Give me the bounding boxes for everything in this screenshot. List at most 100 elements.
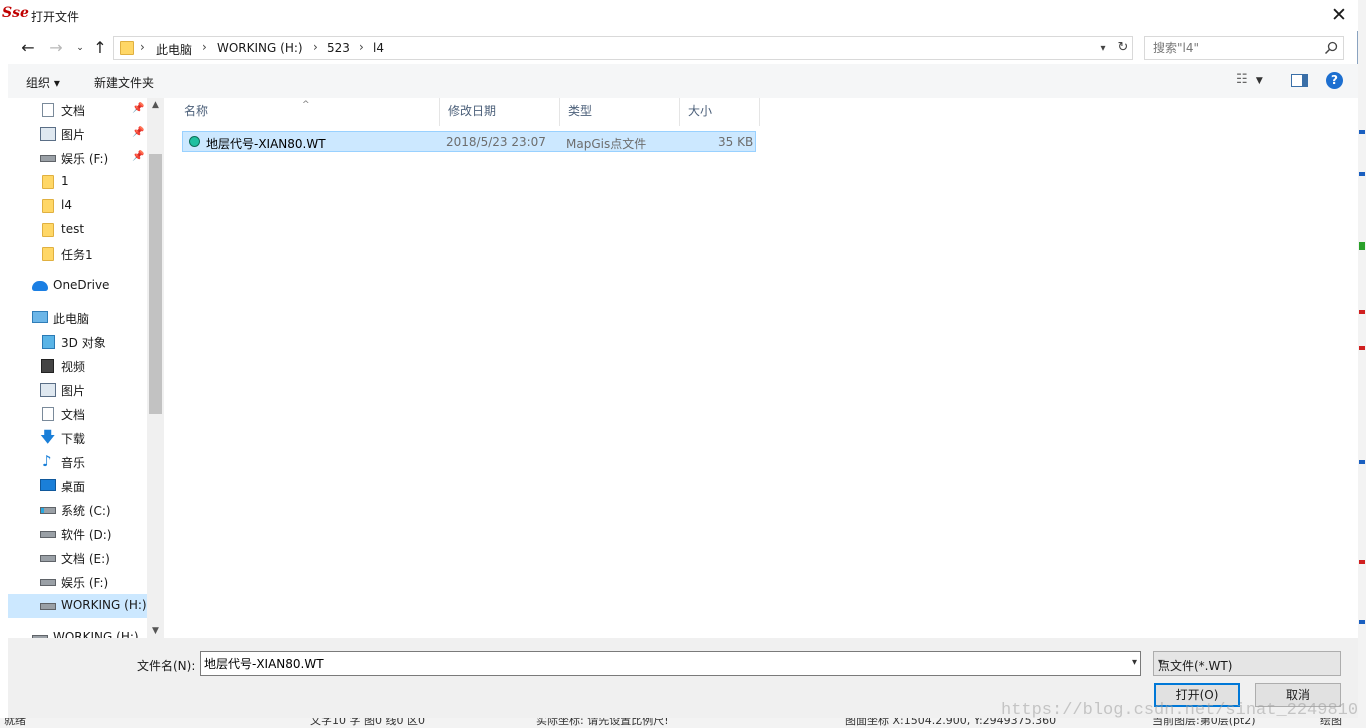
background-marker [1359,130,1365,134]
file-type: MapGis点文件 [566,137,647,151]
column-header-label: 类型 [568,104,593,118]
up-arrow-icon[interactable]: ↑ [90,38,110,58]
status-map-coords: 图面坐标 X:1504.2.900, Y:2949375.360 [845,718,1057,727]
nav-item-drive-f[interactable]: 娱乐 (F:) [8,570,147,594]
file-size: 35 KB [718,135,754,149]
chevron-down-icon[interactable]: ▾ [1132,657,1137,668]
nav-item-label: 娱乐 (F:) [61,576,109,590]
scroll-down-icon[interactable]: ▼ [147,624,164,638]
system-drive-icon [40,507,56,514]
pin-icon: 📌 [132,127,145,138]
scrollbar-thumb[interactable] [149,154,162,414]
nav-item-pictures-quick[interactable]: 图片 📌 [8,122,147,146]
nav-item-drive-e[interactable]: 文档 (E:) [8,546,147,570]
filename-combobox[interactable]: ▾ [200,651,1141,676]
column-header-name[interactable]: 名称 ^ [176,98,440,126]
nav-item-label: test [61,222,85,236]
folder-icon [42,175,54,189]
preview-pane-icon[interactable] [1291,74,1308,87]
address-dropdown-icon[interactable]: ▾ [1094,40,1112,57]
onedrive-icon [32,281,48,291]
status-ready: 就绪 [4,718,26,727]
filetype-select[interactable]: 点文件(*.WT) ▾ [1153,651,1341,676]
nav-item-drive-d[interactable]: 软件 (D:) [8,522,147,546]
address-bar[interactable]: › 此电脑 › WORKING (H:) › 523 › l4 ▾ ↻ [113,36,1133,60]
nav-item-label: 文档 (E:) [61,552,110,566]
folder-icon [42,223,54,237]
forward-arrow-icon[interactable]: → [46,38,66,58]
nav-item-label: 文档 [61,104,86,118]
command-toolbar: 组织 ▾ 新建文件夹 ☷ ▼ ? [8,64,1358,98]
breadcrumb-523[interactable]: 523 [327,41,350,55]
background-marker [1359,620,1365,624]
nav-item-label: 1 [61,174,69,188]
nav-item-3d-objects[interactable]: 3D 对象 [8,330,147,354]
nav-item-documents-quick[interactable]: 文档 📌 [8,98,147,122]
recent-locations-chevron-icon[interactable]: ⌄ [70,38,90,58]
nav-item-label: 软件 (D:) [61,528,112,542]
nav-item-folder-l4[interactable]: l4 [8,194,147,218]
refresh-icon[interactable]: ↻ [1114,39,1132,57]
filename-input[interactable] [201,652,1111,675]
new-folder-button[interactable]: 新建文件夹 [94,74,154,91]
column-header-type[interactable]: 类型 [560,98,680,126]
breadcrumb-separator-icon[interactable]: › [313,40,318,54]
nav-item-folder-1[interactable]: 1 [8,170,147,194]
pin-icon: 📌 [132,103,145,114]
file-list: 名称 ^ 修改日期 类型 大小 地层代号-XIAN80.WT 2018/5/23… [176,98,1358,638]
pictures-icon [40,127,56,141]
nav-item-this-pc[interactable]: 此电脑 [8,306,147,330]
scroll-up-icon[interactable]: ▲ [147,98,164,112]
nav-pane-scrollbar[interactable]: ▲ ▼ [147,98,164,638]
back-arrow-icon[interactable]: ← [18,38,38,58]
breadcrumb-working-drive[interactable]: WORKING (H:) [217,41,303,55]
open-file-dialog: Sse 打开文件 ✕ ← → ⌄ ↑ › 此电脑 › WORKING (H:) … [0,0,1366,728]
breadcrumb-separator-icon[interactable]: › [202,40,207,54]
details-view-icon: ☷ [1236,72,1248,87]
change-view-button[interactable]: ☷ ▼ [1236,72,1280,90]
search-input[interactable] [1145,37,1323,59]
document-icon [42,103,54,117]
pin-icon: 📌 [132,151,145,162]
folder-icon [120,41,134,55]
breadcrumb-this-pc[interactable]: 此电脑 [156,41,192,58]
column-header-date[interactable]: 修改日期 [440,98,560,126]
nav-item-drive-c[interactable]: 系统 (C:) [8,498,147,522]
nav-item-downloads[interactable]: 🡇 下载 [8,426,147,450]
nav-item-folder-task1[interactable]: 任务1 [8,242,147,266]
nav-item-entertainment-quick[interactable]: 娱乐 (F:) 📌 [8,146,147,170]
app-logo-icon: Sse [2,5,29,21]
background-marker [1359,172,1365,176]
file-modified-date: 2018/5/23 23:07 [446,135,546,149]
chevron-down-icon: ▾ [1158,657,1164,668]
folder-icon [42,247,54,261]
close-icon[interactable]: ✕ [1320,0,1358,31]
nav-item-documents[interactable]: 文档 [8,402,147,426]
background-marker [1359,560,1365,564]
drive-icon [40,531,56,538]
nav-item-pictures[interactable]: 图片 [8,378,147,402]
background-marker [1359,242,1365,250]
organize-button[interactable]: 组织 ▾ [26,74,60,91]
nav-item-label: 图片 [61,384,86,398]
nav-item-label: 系统 (C:) [61,504,111,518]
nav-item-onedrive[interactable]: OneDrive [8,274,147,298]
videos-icon [41,359,54,373]
file-row[interactable]: 地层代号-XIAN80.WT 2018/5/23 23:07 MapGis点文件… [182,131,756,152]
nav-item-drive-h[interactable]: WORKING (H:) [8,594,147,618]
breadcrumb-separator-icon[interactable]: › [359,40,364,54]
status-counts: 文字10 字 图0 线0 区0 [310,718,425,727]
column-header-size[interactable]: 大小 [680,98,760,126]
nav-item-music[interactable]: ♪ 音乐 [8,450,147,474]
nav-item-folder-test[interactable]: test [8,218,147,242]
pictures-icon [40,383,56,397]
nav-item-videos[interactable]: 视频 [8,354,147,378]
computer-icon [32,311,48,323]
help-icon[interactable]: ? [1326,72,1343,89]
nav-item-drive-h-network[interactable]: WORKING (H:) [8,626,147,638]
search-icon[interactable] [1323,40,1339,56]
drive-icon [40,555,56,562]
nav-item-desktop[interactable]: 桌面 [8,474,147,498]
search-box[interactable] [1144,36,1344,60]
breadcrumb-l4[interactable]: l4 [373,41,384,55]
